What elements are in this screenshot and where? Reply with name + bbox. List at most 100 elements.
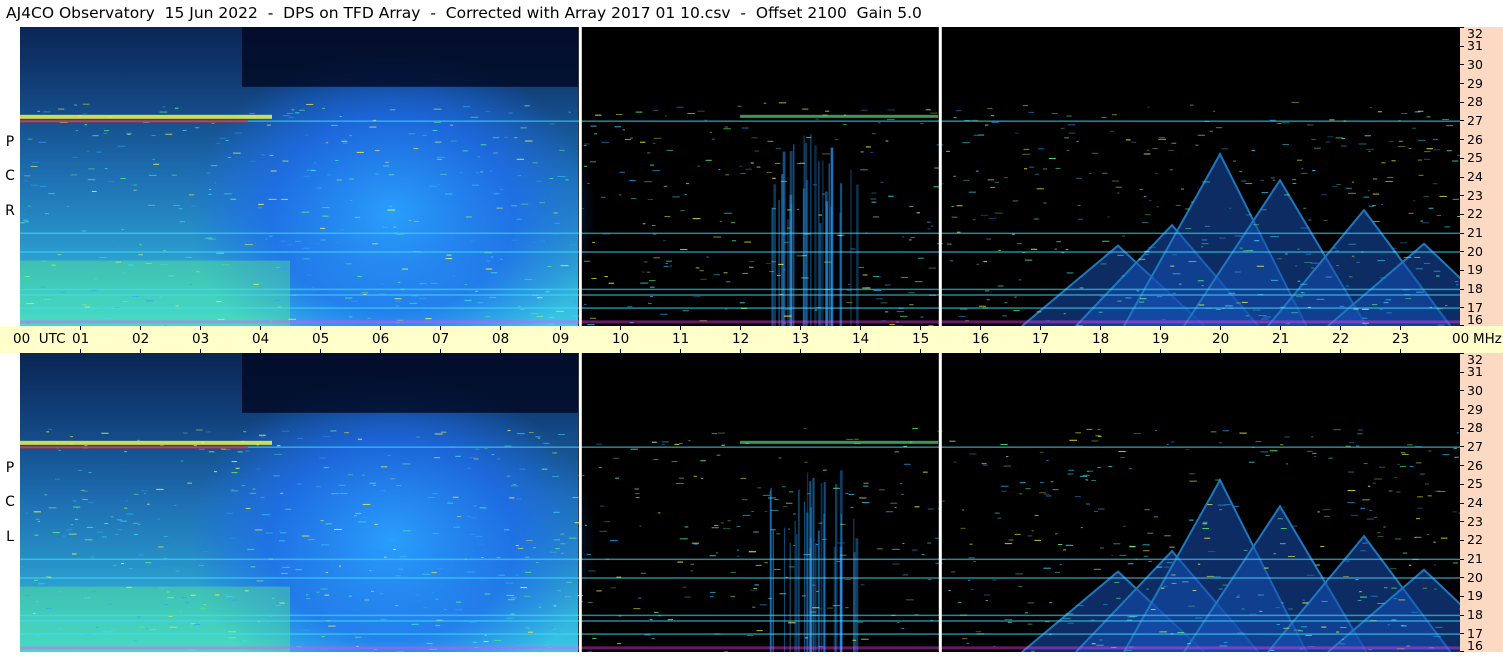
noise-speckle — [82, 498, 88, 500]
noise-speckle — [1392, 247, 1398, 249]
noise-speckle — [387, 454, 391, 456]
noise-speckle — [1085, 503, 1090, 505]
noise-speckle — [1313, 455, 1317, 457]
noise-speckle — [1138, 258, 1146, 260]
noise-speckle — [86, 526, 94, 528]
noise-speckle — [909, 239, 912, 241]
noise-speckle — [151, 135, 156, 137]
noise-speckle — [1195, 617, 1203, 619]
noise-speckle — [108, 181, 115, 183]
time-tick-label: 06 — [372, 331, 390, 347]
noise-speckle — [275, 299, 281, 301]
noise-speckle — [928, 267, 936, 269]
noise-speckle — [493, 152, 499, 154]
noise-speckle — [449, 124, 454, 126]
noise-speckle — [545, 291, 550, 293]
freq-tick-label: 23 — [1467, 513, 1483, 529]
noise-speckle — [531, 241, 536, 243]
noise-speckle — [725, 174, 730, 176]
noise-speckle — [314, 162, 317, 164]
noise-speckle — [1393, 598, 1398, 600]
noise-speckle — [193, 624, 201, 626]
noise-speckle — [861, 638, 869, 640]
noise-speckle — [105, 631, 113, 633]
time-tick-label: 14 — [852, 331, 870, 347]
noise-speckle — [281, 430, 290, 432]
freq-tick-label: 26 — [1467, 457, 1483, 473]
noise-speckle — [601, 141, 609, 143]
noise-speckle — [1276, 624, 1280, 626]
noise-speckle — [1293, 629, 1301, 631]
noise-speckle — [1079, 287, 1084, 289]
noise-speckle — [549, 123, 555, 125]
noise-speckle — [1423, 262, 1430, 264]
noise-speckle — [1306, 124, 1314, 126]
noise-speckle — [104, 130, 110, 132]
noise-speckle — [1014, 296, 1017, 298]
noise-speckle — [552, 475, 560, 477]
noise-speckle — [227, 597, 232, 599]
noise-speckle — [245, 450, 250, 452]
noise-speckle — [894, 451, 899, 453]
noise-speckle — [927, 542, 932, 544]
noise-speckle — [214, 594, 220, 596]
noise-speckle — [796, 163, 801, 165]
noise-speckle — [1239, 432, 1247, 434]
noise-speckle — [378, 547, 387, 549]
noise-speckle — [1003, 465, 1011, 467]
noise-speckle — [82, 490, 89, 492]
noise-speckle — [1201, 285, 1204, 287]
noise-speckle — [594, 133, 598, 135]
noise-speckle — [1366, 518, 1374, 520]
noise-speckle — [180, 460, 184, 462]
noise-speckle — [764, 562, 768, 564]
noise-speckle — [1356, 445, 1360, 447]
time-tick-label: 10 — [612, 331, 630, 347]
noise-speckle — [435, 598, 439, 600]
noise-speckle — [282, 566, 291, 568]
time-tick-label: 22 — [1332, 331, 1350, 347]
noise-speckle — [572, 497, 579, 499]
noise-speckle — [721, 444, 725, 446]
noise-speckle — [1124, 649, 1132, 651]
noise-speckle — [860, 584, 865, 586]
noise-speckle — [775, 162, 781, 164]
noise-speckle — [1363, 463, 1368, 465]
noise-speckle — [587, 182, 590, 184]
noise-speckle — [900, 493, 904, 495]
noise-speckle — [1362, 308, 1369, 310]
noise-speckle — [845, 492, 849, 494]
noise-speckle — [1303, 207, 1307, 209]
noise-speckle — [1197, 563, 1201, 565]
noise-speckle — [589, 317, 597, 319]
noise-speckle — [538, 606, 542, 608]
noise-speckle — [1197, 280, 1204, 282]
noise-speckle — [1347, 471, 1355, 473]
noise-speckle — [75, 130, 79, 132]
noise-speckle — [700, 460, 706, 462]
noise-speckle — [1082, 474, 1090, 476]
noise-speckle — [1098, 311, 1103, 313]
noise-speckle — [844, 579, 852, 581]
noise-speckle — [171, 174, 178, 176]
interference-band — [20, 620, 1460, 622]
noise-speckle — [990, 186, 996, 188]
noise-speckle — [652, 170, 660, 172]
noise-speckle — [258, 434, 266, 436]
band-27mhz-left-red — [20, 446, 248, 449]
freq-tick — [1460, 371, 1464, 373]
noise-speckle — [680, 210, 685, 212]
noise-speckle — [484, 593, 491, 595]
noise-speckle — [1143, 153, 1151, 155]
noise-speckle — [814, 309, 818, 311]
noise-speckle — [723, 528, 731, 530]
noise-speckle — [147, 503, 150, 505]
noise-speckle — [1257, 594, 1264, 596]
noise-speckle — [688, 440, 691, 442]
noise-speckle — [512, 484, 517, 486]
noise-speckle — [911, 549, 918, 551]
time-tick — [560, 326, 561, 330]
noise-speckle — [219, 137, 227, 139]
noise-speckle — [536, 315, 544, 317]
time-tick — [860, 326, 861, 330]
